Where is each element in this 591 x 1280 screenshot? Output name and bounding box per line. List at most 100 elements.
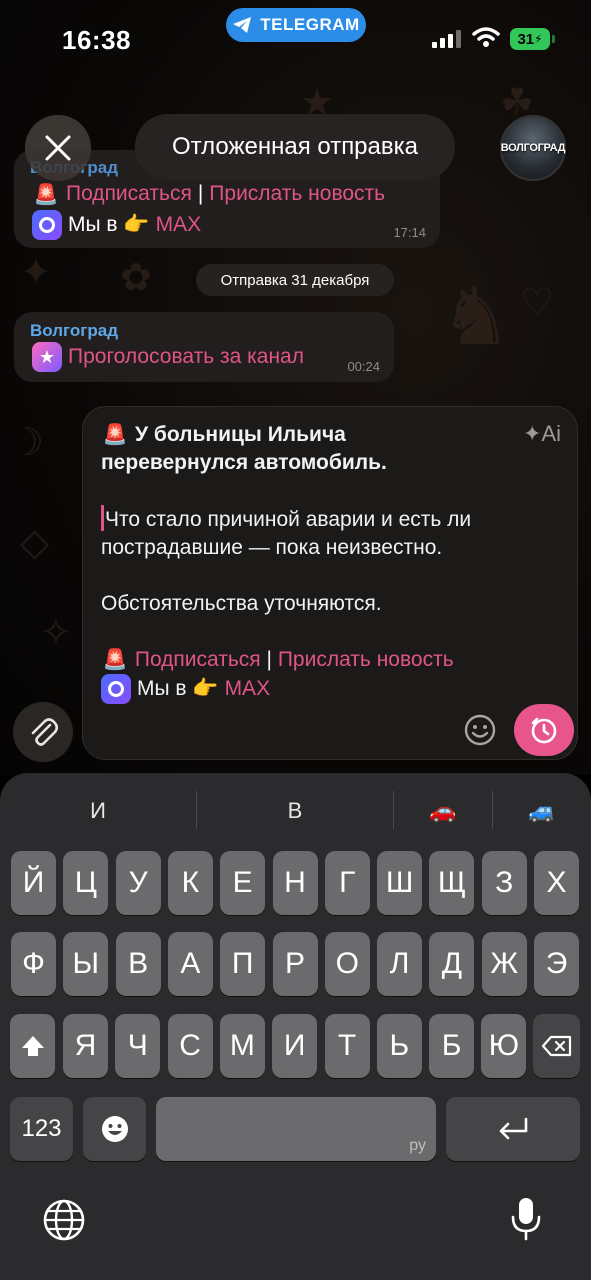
- key-letter[interactable]: У: [115, 851, 161, 915]
- key-letter[interactable]: Б: [429, 1014, 475, 1078]
- message-composer[interactable]: 🚨 У больницы Ильича перевернулся автомоб…: [82, 406, 578, 760]
- composer-paragraph-1: Что стало причиной аварии и есть ли пост…: [101, 508, 472, 559]
- telegram-pill[interactable]: TELEGRAM: [226, 8, 366, 42]
- key-letter[interactable]: Я: [63, 1014, 108, 1078]
- date-separator: Отправка 31 декабря: [196, 264, 394, 296]
- key-letter[interactable]: Н: [272, 851, 318, 915]
- key-letter[interactable]: Ы: [63, 932, 109, 996]
- send-news-link[interactable]: Прислать новость: [209, 182, 385, 206]
- backspace-icon: [541, 1035, 571, 1057]
- max-link[interactable]: MAX: [156, 213, 202, 237]
- key-letter[interactable]: Р: [272, 932, 318, 996]
- signal-icon: [432, 30, 461, 48]
- avatar-label: ВОЛГОГРАД: [500, 142, 566, 154]
- channel-avatar-overlay[interactable]: ВОЛГОГРАД: [500, 115, 566, 181]
- emoji-keyboard-key[interactable]: [83, 1097, 146, 1161]
- send-news-link: Прислать новость: [277, 648, 454, 671]
- key-letter[interactable]: Ш: [377, 851, 423, 915]
- telegram-pill-label: TELEGRAM: [260, 15, 360, 34]
- key-letter[interactable]: Й: [11, 851, 56, 915]
- space-key[interactable]: ру: [156, 1097, 436, 1161]
- key-letter[interactable]: Д: [429, 932, 475, 996]
- wallpaper-doodle: ✦: [20, 250, 52, 294]
- key-letter[interactable]: А: [167, 932, 213, 996]
- key-letter[interactable]: Ю: [481, 1014, 527, 1078]
- backspace-key[interactable]: [533, 1014, 580, 1078]
- numbers-key[interactable]: 123: [10, 1097, 73, 1161]
- suggestion-4[interactable]: 🚙: [493, 793, 591, 829]
- key-letter[interactable]: М: [219, 1014, 265, 1078]
- suggestion-2[interactable]: В: [197, 793, 393, 829]
- telegram-icon: [233, 17, 252, 33]
- wallpaper-doodle: ☽: [10, 420, 45, 464]
- key-letter[interactable]: К: [167, 851, 213, 915]
- return-key[interactable]: [446, 1097, 580, 1161]
- key-letter[interactable]: В: [115, 932, 161, 996]
- emoji-icon: [101, 1116, 128, 1142]
- microphone-icon[interactable]: [508, 1195, 544, 1243]
- paperclip-icon: [31, 718, 59, 746]
- key-letter[interactable]: Т: [324, 1014, 370, 1078]
- close-button-overlay[interactable]: [25, 115, 91, 181]
- ai-label: Ai: [541, 421, 561, 446]
- vote-link[interactable]: Проголосовать за канал: [68, 345, 304, 369]
- suggestion-3[interactable]: 🚗: [394, 793, 492, 829]
- we-in-text: Мы в 👉: [68, 213, 150, 236]
- key-letter[interactable]: Л: [377, 932, 423, 996]
- wallpaper-doodle: ♡: [520, 280, 555, 324]
- key-letter[interactable]: Е: [220, 851, 266, 915]
- message-links: 🚨 Подписаться | Прислать новость: [32, 180, 386, 208]
- scheduled-message[interactable]: Волгоград ★ Проголосовать за канал 00:24: [14, 312, 394, 382]
- key-letter[interactable]: П: [220, 932, 266, 996]
- key-letter[interactable]: Ф: [11, 932, 56, 996]
- subscribe-link[interactable]: Подписаться: [66, 182, 192, 206]
- siren-icon: 🚨: [33, 183, 59, 206]
- max-icon: [101, 674, 131, 704]
- key-letter[interactable]: Ц: [63, 851, 109, 915]
- composer-text[interactable]: 🚨 У больницы Ильича перевернулся автомоб…: [101, 421, 501, 704]
- globe-icon[interactable]: [42, 1198, 86, 1242]
- sparkle-icon: ✦: [523, 421, 542, 446]
- battery-indicator: 31 ⚡: [510, 28, 555, 50]
- clock: 16:38: [62, 25, 131, 55]
- key-letter[interactable]: Щ: [429, 851, 475, 915]
- link-separator: |: [197, 182, 204, 205]
- message-sender: Волгоград: [30, 321, 118, 340]
- key-letter[interactable]: Ь: [376, 1014, 422, 1078]
- key-letter[interactable]: С: [167, 1014, 213, 1078]
- status-bar: 16:38 TELEGRAM 31 ⚡: [0, 0, 591, 80]
- link-separator: |: [266, 648, 272, 671]
- max-icon: [32, 210, 62, 240]
- composer-paragraph-2: Обстоятельства уточняются.: [101, 592, 382, 615]
- page-title-overlay: Отложенная отправка: [135, 114, 455, 180]
- key-letter[interactable]: О: [324, 932, 370, 996]
- message-vote-line: ★ Проголосовать за канал: [32, 342, 304, 372]
- attach-button[interactable]: [13, 702, 73, 762]
- text-cursor: [101, 505, 104, 531]
- key-letter[interactable]: И: [272, 1014, 318, 1078]
- key-letter[interactable]: Ж: [481, 932, 527, 996]
- key-letter[interactable]: Ч: [115, 1014, 161, 1078]
- wallpaper-doodle: ✧: [40, 610, 72, 654]
- suggestion-1[interactable]: И: [0, 793, 196, 829]
- key-letter[interactable]: Г: [324, 851, 370, 915]
- key-letter[interactable]: З: [481, 851, 527, 915]
- star-icon: ★: [32, 342, 62, 372]
- clock-icon: [531, 717, 557, 744]
- emoji-icon[interactable]: [463, 713, 497, 747]
- battery-level: 31: [517, 30, 535, 48]
- composer-title-line2: перевернулся автомобиль.: [101, 451, 387, 474]
- message-max-line: Мы в 👉 MAX: [32, 210, 201, 240]
- ai-button[interactable]: ✦Ai: [523, 421, 561, 447]
- composer-title-line1: У больницы Ильича: [135, 423, 346, 446]
- shift-key[interactable]: [10, 1014, 55, 1078]
- message-time: 00:24: [347, 359, 380, 374]
- key-letter[interactable]: Х: [534, 851, 579, 915]
- return-icon: [499, 1117, 528, 1140]
- subscribe-link: Подписаться: [134, 648, 261, 671]
- key-letter[interactable]: Э: [534, 932, 579, 996]
- siren-icon: 🚨: [102, 424, 128, 446]
- max-link: MAX: [224, 677, 271, 700]
- schedule-send-button[interactable]: [514, 704, 574, 756]
- wallpaper-doodle: ◇: [20, 520, 50, 564]
